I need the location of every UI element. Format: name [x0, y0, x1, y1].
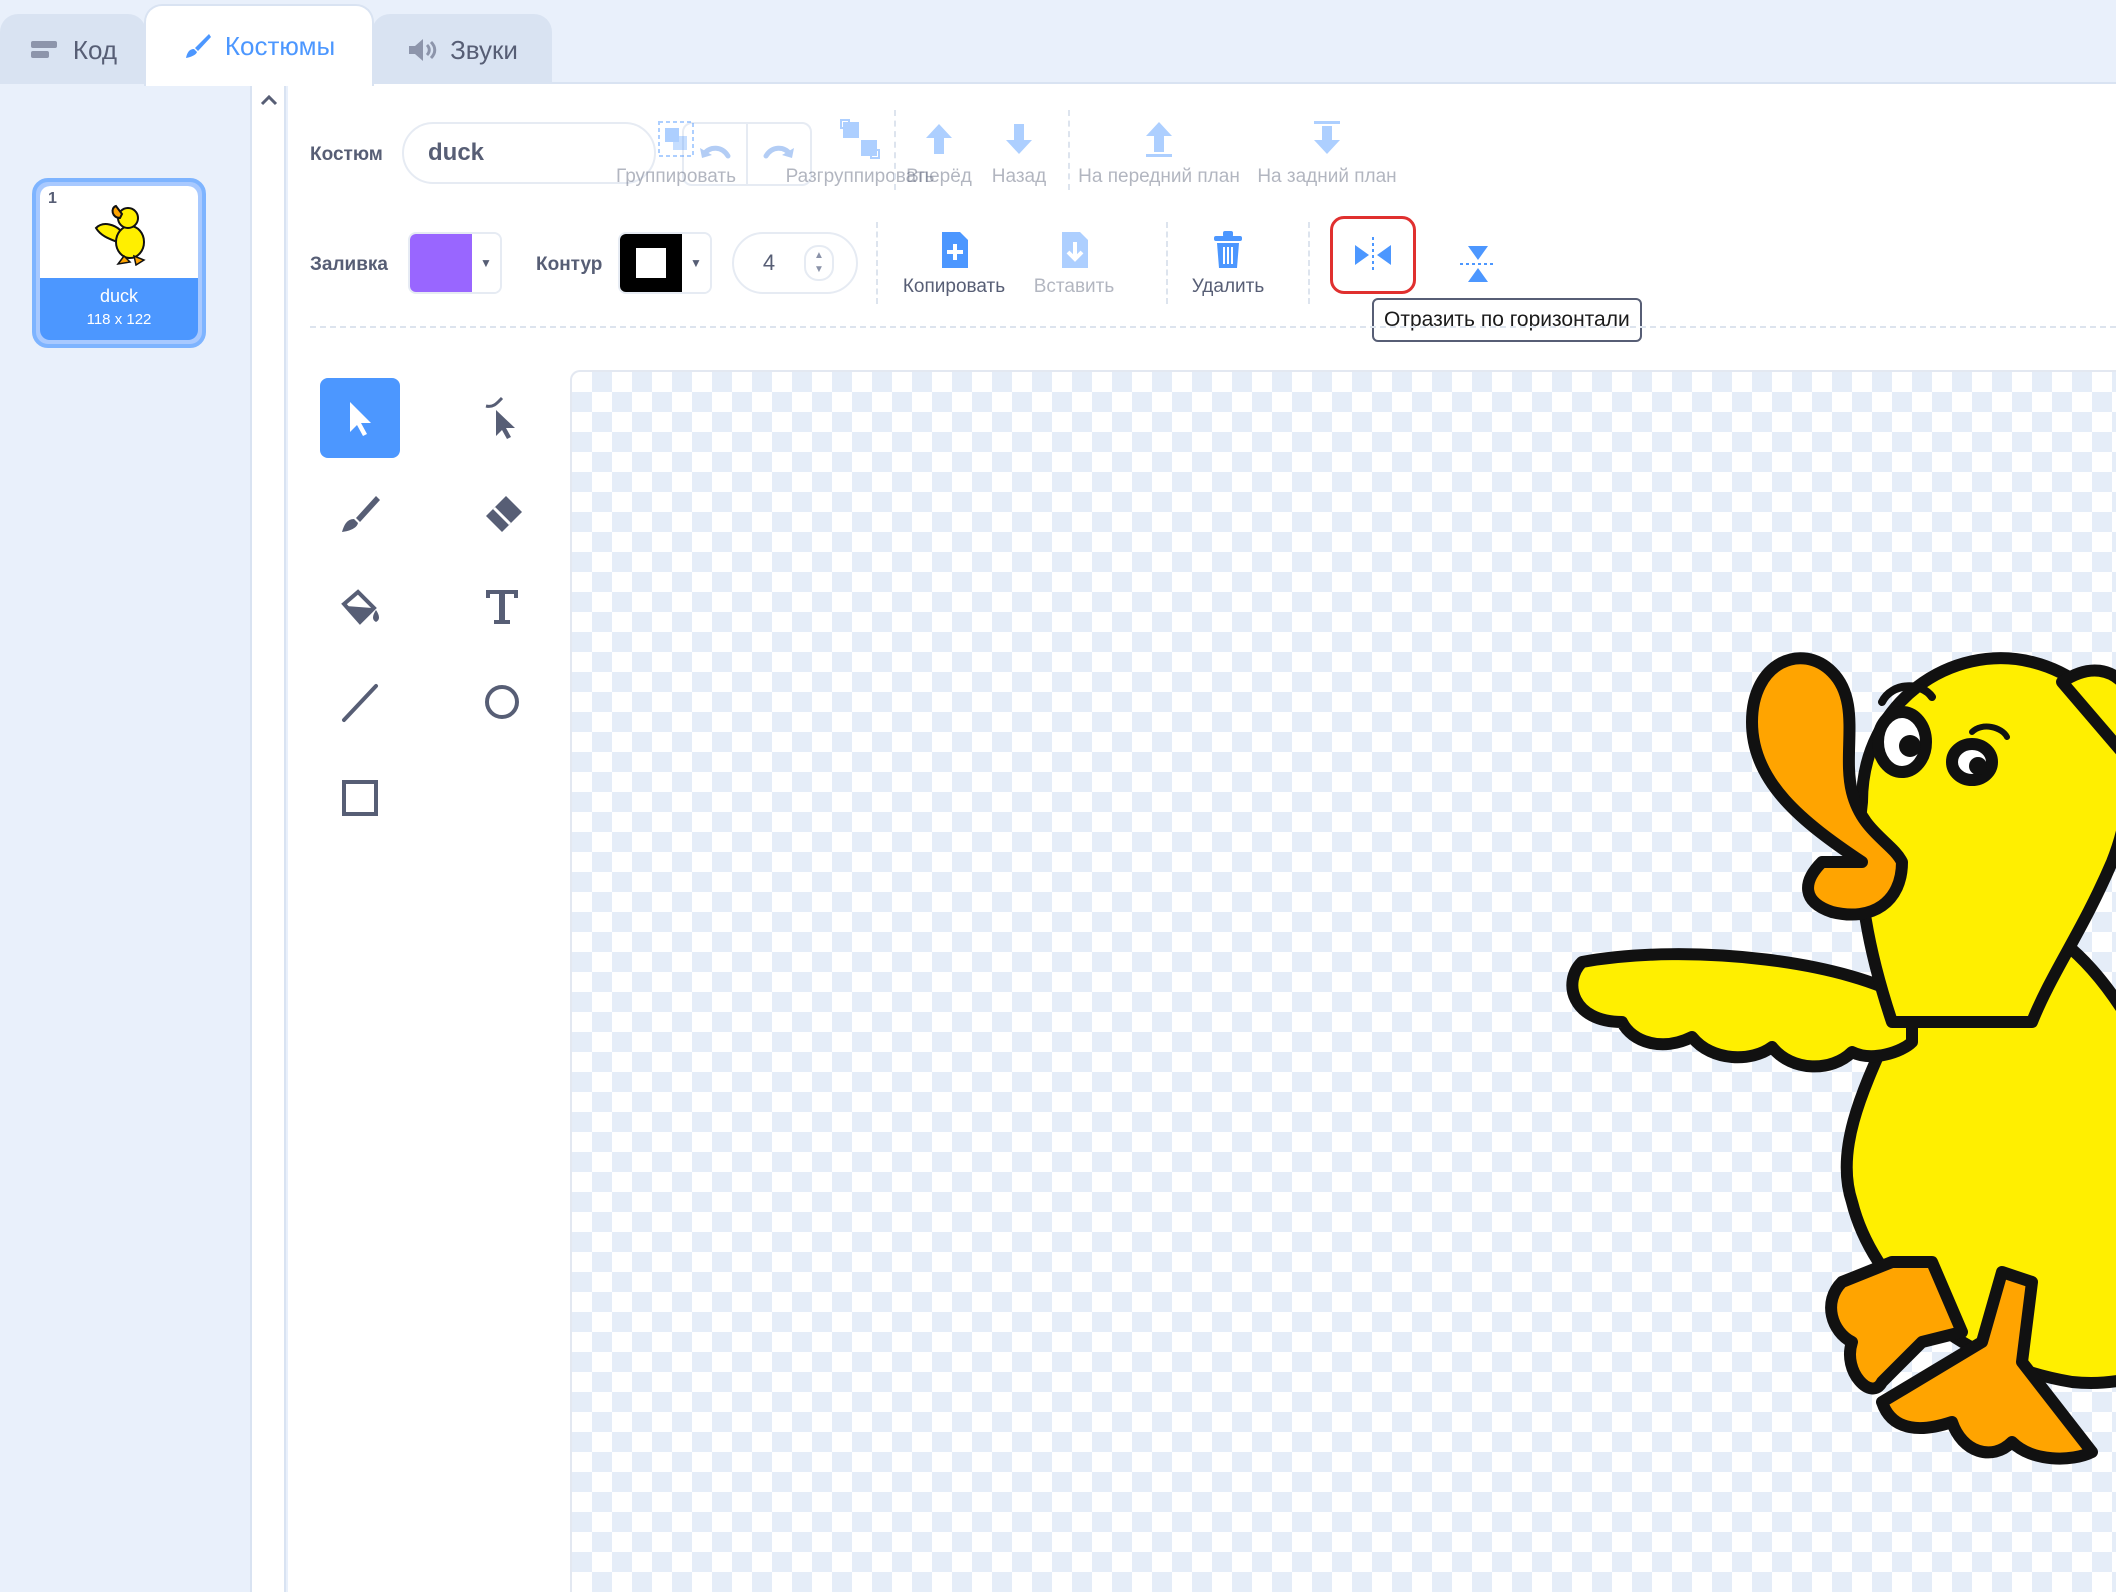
- arrow-down-icon: [1006, 124, 1032, 154]
- costume-list: 1 duck 118 x 122: [0, 84, 252, 1592]
- line-icon: [342, 684, 378, 722]
- rectangle-tool[interactable]: [320, 758, 400, 838]
- delete-button-label: Удалить: [1191, 276, 1265, 297]
- toolbar-separator: [310, 326, 2116, 328]
- paste-icon: [1062, 232, 1088, 268]
- circle-tool[interactable]: [462, 662, 542, 742]
- tab-sounds-label: Звуки: [450, 34, 518, 65]
- toolbar-divider: [1308, 222, 1310, 304]
- send-to-back-icon: [1314, 121, 1340, 154]
- tab-costumes[interactable]: Костюмы: [144, 4, 374, 86]
- trash-icon: [1214, 231, 1242, 268]
- line-tool[interactable]: [320, 662, 400, 742]
- circle-icon: [485, 685, 519, 719]
- bring-to-front-label: На передний план: [1078, 166, 1240, 187]
- text-tool[interactable]: [462, 566, 542, 646]
- flip-horizontal-button[interactable]: [1330, 216, 1416, 294]
- copy-button[interactable]: Копировать: [894, 230, 1014, 298]
- forward-button[interactable]: Вперёд: [906, 118, 972, 188]
- backward-button[interactable]: Назад: [990, 118, 1048, 188]
- chevron-up-icon[interactable]: [258, 90, 280, 112]
- code-icon: [29, 38, 61, 62]
- caret-down-icon: ▼: [682, 234, 710, 292]
- reshape-pointer-icon: [485, 396, 515, 439]
- outline-width-stepper[interactable]: ▲ ▼: [804, 245, 834, 281]
- fill-color-picker[interactable]: ▼: [408, 232, 502, 294]
- group-button-label: Группировать: [615, 166, 737, 187]
- copy-icon: [942, 232, 968, 268]
- costume-size: 118 x 122: [86, 311, 152, 328]
- costume-thumbnail: 1: [40, 186, 198, 278]
- ungroup-icon: [840, 119, 880, 159]
- duck-thumbnail-icon: [94, 204, 146, 266]
- backward-button-label: Назад: [991, 166, 1047, 187]
- fill-label: Заливка: [310, 254, 388, 275]
- select-tool[interactable]: [320, 378, 400, 458]
- rectangle-icon: [342, 780, 378, 816]
- costume-list-scrollbar[interactable]: [252, 84, 286, 1592]
- brush-tool[interactable]: [320, 474, 400, 554]
- fill-tool[interactable]: [320, 566, 400, 646]
- drawing-canvas[interactable]: [570, 370, 2116, 1592]
- costume-name: duck: [99, 286, 139, 306]
- caret-down-icon: ▼: [472, 234, 500, 292]
- text-icon: [486, 590, 518, 624]
- copy-button-label: Копировать: [902, 276, 1006, 297]
- speaker-icon: [406, 36, 438, 64]
- tab-costumes-label: Костюмы: [224, 30, 336, 61]
- tab-code-label: Код: [72, 34, 118, 65]
- tab-sounds[interactable]: Звуки: [372, 14, 552, 84]
- tab-bar: Код Костюмы Звуки: [0, 0, 2116, 86]
- tab-code[interactable]: Код: [0, 14, 146, 84]
- group-button[interactable]: Группировать: [616, 118, 736, 188]
- flip-horizontal-tooltip: Отразить по горизонтали: [1372, 298, 1642, 342]
- costume-name-label: Костюм: [310, 144, 383, 165]
- toolbar-divider: [1068, 110, 1070, 190]
- costume-number: 1: [48, 190, 57, 207]
- brush-icon: [342, 496, 380, 532]
- paint-editor-window: Код Костюмы Звуки 1 duck 118 x 122 Костю…: [0, 0, 2116, 1592]
- send-to-back-button[interactable]: На задний план: [1252, 118, 1402, 188]
- outline-color-swatch: [620, 234, 682, 292]
- flip-vertical-button[interactable]: [1448, 234, 1508, 294]
- costume-item-inner: 1 duck 118 x 122: [40, 186, 198, 340]
- paint-editor: Костюм duck Группировать Разгруппировать…: [288, 84, 2116, 1592]
- costume-item[interactable]: 1 duck 118 x 122: [32, 178, 206, 348]
- paste-button[interactable]: Вставить: [1024, 230, 1124, 298]
- outline-label: Контур: [536, 254, 603, 275]
- outline-color-picker[interactable]: ▼: [618, 232, 712, 294]
- flip-horizontal-icon: [1355, 237, 1391, 273]
- group-icon: [658, 121, 694, 157]
- eraser-tool[interactable]: [462, 474, 542, 554]
- flip-vertical-icon: [1460, 246, 1496, 282]
- arrow-up-icon: [926, 124, 952, 154]
- outline-width-value: 4: [762, 250, 776, 275]
- toolbar-divider: [876, 222, 878, 304]
- toolbar-divider: [894, 110, 896, 190]
- paste-button-label: Вставить: [1033, 276, 1115, 297]
- brush-icon: [183, 31, 213, 61]
- eraser-icon: [486, 496, 522, 532]
- send-to-back-label: На задний план: [1257, 166, 1397, 187]
- fill-color-swatch: [410, 234, 472, 292]
- forward-button-label: Вперёд: [906, 166, 972, 187]
- reshape-tool[interactable]: [462, 378, 542, 458]
- bring-to-front-icon: [1146, 122, 1172, 157]
- delete-button[interactable]: Удалить: [1188, 230, 1268, 298]
- arrow-pointer-icon: [350, 402, 371, 436]
- toolbar-divider: [1166, 222, 1168, 304]
- outline-width-input[interactable]: 4 ▲ ▼: [732, 232, 858, 294]
- paint-bucket-icon: [341, 589, 379, 625]
- duck-sprite[interactable]: [1552, 642, 2116, 1502]
- bring-to-front-button[interactable]: На передний план: [1078, 118, 1240, 188]
